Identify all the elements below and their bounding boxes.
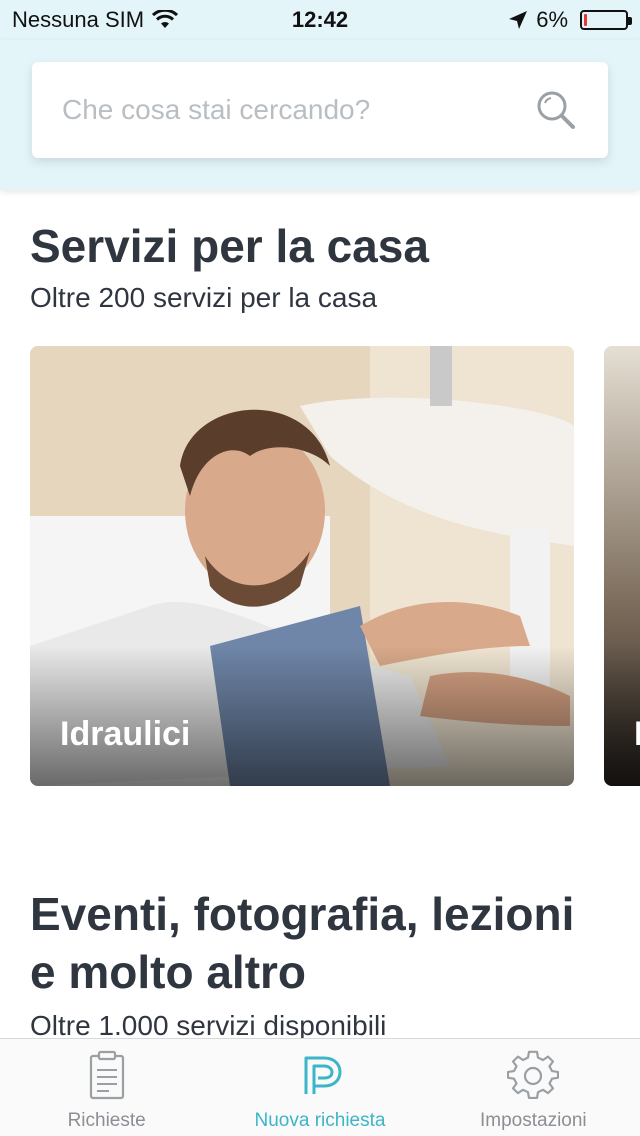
app-screen: Nessuna SIM 12:42 6% Che cosa stai cerca… — [0, 0, 640, 1136]
section-title-events-line2: e molto altro — [30, 946, 307, 998]
status-bar: Nessuna SIM 12:42 6% — [0, 0, 640, 40]
tab-label: Richieste — [67, 1110, 146, 1131]
section-title-events-line1: Eventi, fotografia, lezioni — [30, 888, 575, 940]
search-icon[interactable] — [534, 88, 578, 132]
header — [0, 40, 640, 190]
document-icon — [89, 1050, 124, 1100]
card-label: Idraulici — [60, 715, 191, 753]
wifi-icon — [152, 10, 179, 28]
p-logo-icon — [304, 1056, 342, 1094]
tab-nuova-richiesta[interactable]: Nuova richiesta — [213, 1039, 426, 1136]
section-subtitle-events: Oltre 1.000 servizi disponibili — [30, 1010, 387, 1038]
tab-impostazioni[interactable]: Impostazioni — [427, 1039, 640, 1136]
main-content[interactable]: Servizi per la casa Oltre 200 servizi pe… — [0, 192, 640, 1038]
tab-bar: Richieste Nuova richiesta Impostazioni — [0, 1038, 640, 1136]
battery-icon — [580, 10, 632, 30]
section-subtitle-home-services: Oltre 200 servizi per la casa — [30, 282, 378, 313]
tab-label: Nuova richiesta — [254, 1110, 386, 1131]
category-card-idraulici[interactable]: Idraulici — [30, 346, 574, 786]
tab-label: Impostazioni — [479, 1110, 587, 1131]
location-arrow-icon — [509, 11, 528, 29]
card-label: I — [634, 715, 640, 753]
status-right: 6% — [508, 7, 632, 33]
carrier-label: Nessuna SIM — [12, 7, 145, 32]
battery-percent: 6% — [536, 7, 568, 32]
tab-richieste[interactable]: Richieste — [0, 1039, 213, 1136]
section-title-home-services: Servizi per la casa — [30, 220, 429, 272]
battery-fill — [584, 14, 587, 26]
category-card-next[interactable]: I — [604, 346, 640, 786]
search-input[interactable] — [62, 94, 534, 126]
status-left: Nessuna SIM — [12, 7, 179, 33]
search-box[interactable] — [32, 62, 608, 158]
gear-icon — [507, 1050, 560, 1099]
